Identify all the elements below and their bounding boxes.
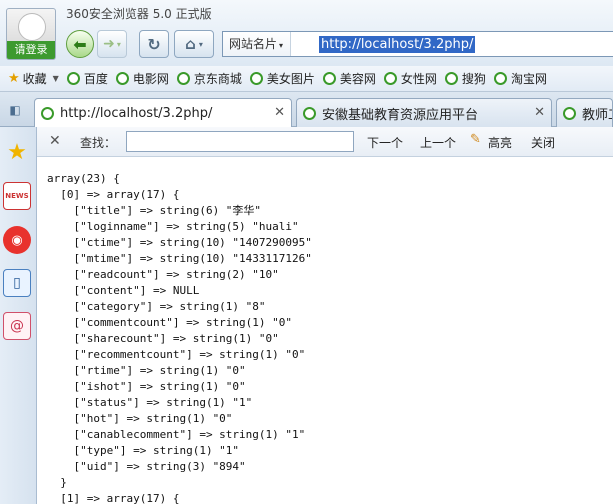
dump-line: ["type"] => string(1) "1" — [47, 444, 240, 457]
var-dump-output: array(23) { [0] => array(17) { ["title"]… — [47, 171, 312, 504]
dump-line: [1] => array(17) { — [47, 492, 180, 504]
app-title: 360安全浏览器 5.0 正式版 — [66, 7, 212, 21]
sidebar-toggle-icon: ◧ — [9, 103, 21, 117]
chevron-down-icon: ▾ — [116, 39, 121, 49]
site-card-dropdown[interactable]: 网站名片 ▾ — [223, 32, 291, 56]
dump-line: ["loginname"] => string(5) "huali" — [47, 220, 299, 233]
bookmark-item[interactable]: 京东商城 — [176, 70, 242, 87]
tab-anhui-education[interactable]: 安徽基础教育资源应用平台 ✕ — [296, 98, 552, 127]
star-icon: ★ — [8, 71, 20, 86]
dump-line: ["content"] => NULL — [47, 284, 200, 297]
tab-localhost[interactable]: http://localhost/3.2php/ ✕ — [34, 98, 292, 128]
tab-teacher[interactable]: 教师工 — [556, 98, 613, 127]
ie-page-icon — [322, 72, 336, 85]
ie-page-icon — [176, 72, 190, 85]
chevron-down-icon: ▾ — [279, 41, 284, 50]
bookmark-item[interactable]: 搜狗 — [444, 70, 486, 87]
mobile-phone-icon[interactable]: ▯ — [3, 269, 31, 297]
ie-page-icon — [115, 72, 129, 85]
highlight-button[interactable]: 高亮 — [488, 134, 512, 151]
left-sidebar: ★ NEWS ◉ ▯ @ — [0, 127, 37, 504]
dump-line: ["status"] => string(1) "1" — [47, 396, 253, 409]
find-label: 查找： — [80, 136, 117, 150]
dump-line: ["sharecount"] => string(1) "0" — [47, 332, 279, 345]
bookmark-item[interactable]: 淘宝网 — [493, 70, 547, 87]
weibo-icon[interactable]: ◉ — [3, 226, 31, 254]
bookmark-item[interactable]: 电影网 — [115, 70, 169, 87]
refresh-button[interactable]: ↻ — [139, 30, 169, 58]
bookmark-item[interactable]: 美女图片 — [249, 70, 315, 87]
home-icon: ⌂ — [185, 35, 196, 53]
find-prev-button[interactable]: 上一个 — [420, 134, 456, 151]
url-text[interactable]: http://localhost/3.2php/ — [319, 36, 476, 53]
favorites-star-icon[interactable]: ★ — [3, 138, 31, 166]
close-icon[interactable]: ✕ — [274, 105, 285, 120]
bookmark-item[interactable]: 女性网 — [383, 70, 437, 87]
dump-line: [0] => array(17) { — [47, 188, 180, 201]
news-icon[interactable]: NEWS — [3, 182, 31, 210]
dump-line: ["hot"] => string(1) "0" — [47, 412, 233, 425]
dump-line: ["ishot"] => string(1) "0" — [47, 380, 246, 393]
find-close-button[interactable]: 关闭 — [531, 134, 555, 151]
home-button[interactable]: ⌂ ▾ — [174, 30, 214, 58]
bookmark-item[interactable]: 百度 — [66, 70, 108, 87]
dump-line: ["commentcount"] => string(1) "0" — [47, 316, 293, 329]
dump-line: ["category"] => string(1) "8" — [47, 300, 266, 313]
avatar-head-icon — [18, 13, 46, 41]
dump-line: ["title"] => string(6) "李华" — [47, 204, 262, 217]
dump-line: ["readcount"] => string(2) "10" — [47, 268, 279, 281]
tab-strip: ◧ http://localhost/3.2php/ ✕ 安徽基础教育资源应用平… — [0, 92, 613, 128]
forward-button[interactable]: ➜ ▾ — [97, 30, 127, 58]
find-next-button[interactable]: 下一个 — [367, 134, 403, 151]
chevron-down-icon: ▼ — [52, 74, 59, 83]
ie-page-icon — [493, 72, 507, 85]
ie-page-icon — [303, 106, 316, 120]
bookmark-favorites[interactable]: ★ 收藏 ▼ — [8, 70, 59, 87]
chevron-down-icon: ▾ — [198, 39, 203, 49]
sidebar-toggle-button[interactable]: ◧ — [3, 99, 27, 121]
dump-line: array(23) { — [47, 172, 120, 185]
user-avatar[interactable]: 请登录 — [6, 8, 56, 60]
dump-line: ["mtime"] => string(10) "1433117126" — [47, 252, 312, 265]
dump-line: ["uid"] => string(3) "894" — [47, 460, 246, 473]
ie-page-icon — [383, 72, 397, 85]
bookmark-item[interactable]: 美容网 — [322, 70, 376, 87]
find-input[interactable] — [126, 131, 354, 152]
ie-page-icon — [563, 106, 576, 120]
dump-line: ["recommentcount"] => string(1) "0" — [47, 348, 306, 361]
dump-line: } — [47, 476, 67, 489]
ie-page-icon — [249, 72, 263, 85]
browser-titlebar: 请登录 360安全浏览器 5.0 正式版 ⬅ ➜ ▾ ↻ ⌂ ▾ 网站名片 ▾ htt… — [0, 0, 613, 66]
dump-line: ["ctime"] => string(10) "1407290095" — [47, 236, 312, 249]
bookmarks-bar: ★ 收藏 ▼ 百度 电影网 京东商城 美女图片 美容网 女性网 搜狗 淘宝网 — [0, 66, 613, 92]
dump-line: ["rtime"] => string(1) "0" — [47, 364, 246, 377]
close-icon[interactable]: ✕ — [534, 105, 545, 120]
ie-page-icon — [444, 72, 458, 85]
ie-page-icon — [41, 107, 54, 120]
ie-page-icon — [66, 72, 80, 85]
page-content: array(23) { [0] => array(17) { ["title"]… — [38, 158, 613, 504]
address-bar[interactable]: 网站名片 ▾ http://localhost/3.2php/ — [222, 31, 613, 57]
close-icon[interactable]: ✕ — [49, 133, 61, 149]
mail-icon[interactable]: @ — [3, 312, 31, 340]
highlighter-icon: ✎ — [470, 132, 481, 147]
arrow-left-icon: ⬅ — [73, 34, 87, 54]
refresh-icon: ↻ — [147, 34, 161, 54]
back-button[interactable]: ⬅ — [66, 30, 94, 58]
arrow-right-icon: ➜ — [103, 36, 115, 52]
dump-line: ["canablecomment"] => string(1) "1" — [47, 428, 306, 441]
find-bar: ✕ 查找： 下一个 上一个 ✎ 高亮 关闭 — [37, 127, 613, 157]
login-button[interactable]: 请登录 — [7, 41, 55, 59]
